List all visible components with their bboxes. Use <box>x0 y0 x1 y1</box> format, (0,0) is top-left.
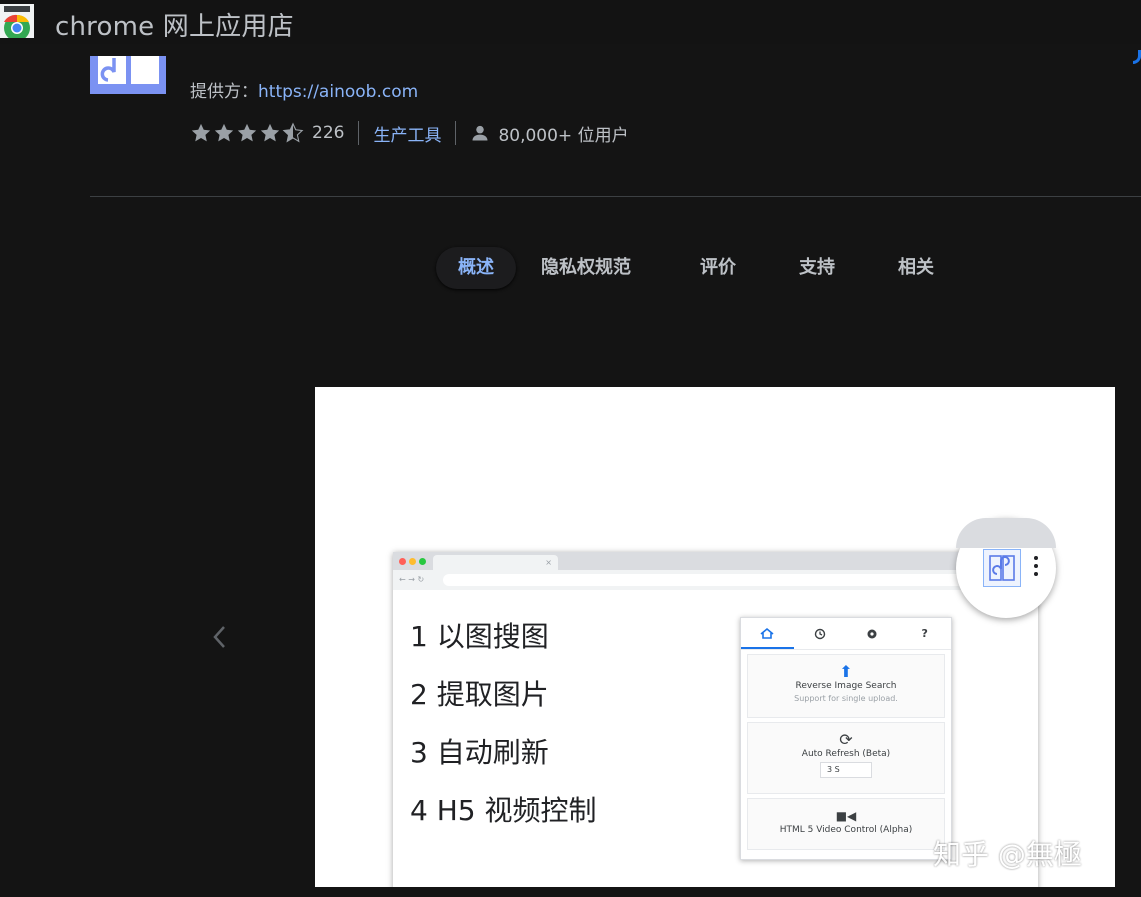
popup-tabs: ? <box>741 618 951 650</box>
magnified-extension-icon <box>983 549 1021 587</box>
star-icon <box>237 123 257 142</box>
reverse-search-title: Reverse Image Search <box>795 681 897 691</box>
mock-url-field <box>443 574 973 586</box>
header-divider <box>90 196 1141 197</box>
top-bar: chrome 网上应用店 <box>0 0 1141 44</box>
maximize-dot <box>419 558 426 565</box>
feature-item: 1 以图搜图 <box>410 620 549 653</box>
tab-overview[interactable]: 概述 <box>436 247 516 289</box>
auto-refresh-title: Auto Refresh (Beta) <box>801 749 891 759</box>
popup-tab-history <box>794 618 847 649</box>
extension-icon <box>90 56 166 94</box>
users-count: 80,000+ 位用户 <box>470 121 629 146</box>
magnified-toolbar-callout <box>956 518 1056 618</box>
provider-line: 提供方：https://ainoob.com <box>190 77 418 102</box>
users-text: 80,000+ 位用户 <box>498 125 629 146</box>
provider-label: 提供方： <box>190 82 258 102</box>
star-icon <box>191 123 211 142</box>
upload-icon: ⬆ <box>839 662 853 681</box>
meta-row: 226 生产工具 80,000+ 位用户 <box>190 120 629 146</box>
popup-tab-home <box>741 618 794 649</box>
edge-accent <box>1133 50 1141 64</box>
star-rating <box>190 122 304 144</box>
tab-reviews[interactable]: 评价 <box>678 247 758 289</box>
more-menu-icon <box>1034 556 1040 580</box>
separator <box>358 121 360 145</box>
reverse-search-subtitle: Support for single upload. <box>794 694 898 703</box>
tab-privacy[interactable]: 隐私权规范 <box>519 247 653 289</box>
auto-refresh-card: ⟳ Auto Refresh (Beta) 3 S <box>747 722 945 794</box>
close-dot <box>399 558 406 565</box>
category-link[interactable]: 生产工具 <box>373 121 441 146</box>
feature-item: 3 自动刷新 <box>410 736 549 769</box>
carousel-screenshot: × ← → ↻ 1 以图搜图 2 提取图片 3 自动刷新 4 H5 视频控制 ?… <box>315 387 1115 887</box>
minimize-dot <box>409 558 416 565</box>
star-icon <box>260 123 280 142</box>
chrome-logo-icon <box>0 4 34 38</box>
home-icon <box>760 627 774 639</box>
mock-url-bar: ← → ↻ <box>393 570 1038 590</box>
mock-tab: × <box>433 555 558 570</box>
popup-tab-settings <box>846 618 899 649</box>
feature-item: 2 提取图片 <box>410 678 549 711</box>
history-icon <box>814 628 825 639</box>
feature-item: 4 H5 视频控制 <box>410 794 597 827</box>
feature-list: 1 以图搜图 2 提取图片 3 自动刷新 4 H5 视频控制 <box>410 620 597 852</box>
extension-logo-icon <box>98 56 159 84</box>
window-title: chrome 网上应用店 <box>55 12 294 42</box>
user-icon <box>472 125 488 141</box>
separator <box>455 121 457 145</box>
mock-extension-popup: ? ⬆ Reverse Image Search Support for sin… <box>740 617 952 860</box>
video-control-title: HTML 5 Video Control (Alpha) <box>779 825 913 835</box>
magnified-toolbar-strip <box>956 518 1056 548</box>
tab-bar: 概述 隐私权规范 评价 支持 相关 <box>436 247 956 289</box>
tab-support[interactable]: 支持 <box>777 247 857 289</box>
popup-tab-help: ? <box>921 627 928 640</box>
extension-logo-icon <box>989 555 1015 581</box>
video-camera-icon: ■◀ <box>835 809 857 823</box>
mock-tab-bar: × <box>393 552 1038 570</box>
tab-related[interactable]: 相关 <box>876 247 956 289</box>
settings-icon <box>867 629 877 638</box>
reverse-search-card: ⬆ Reverse Image Search Support for singl… <box>747 654 945 718</box>
refresh-interval-field: 3 S <box>820 762 872 778</box>
video-control-card: ■◀ HTML 5 Video Control (Alpha) <box>747 798 945 850</box>
watermark: 知乎 @無極 <box>933 838 1082 871</box>
provider-link[interactable]: https://ainoob.com <box>258 82 418 102</box>
rating-count[interactable]: 226 <box>312 123 344 143</box>
refresh-icon: ⟳ <box>839 730 853 749</box>
carousel-prev-icon[interactable] <box>208 622 232 652</box>
half-star-icon <box>282 122 304 143</box>
star-icon <box>214 123 234 142</box>
